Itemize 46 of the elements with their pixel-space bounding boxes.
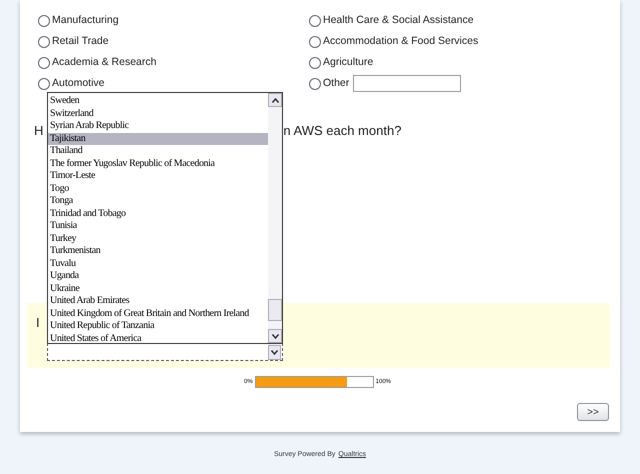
radio-button[interactable]: [38, 36, 50, 48]
radio-button[interactable]: [309, 14, 321, 26]
country-option[interactable]: Turkey: [48, 232, 268, 245]
question-text: H: [34, 122, 44, 137]
country-option[interactable]: United Arab Emirates: [48, 295, 268, 308]
country-option[interactable]: United States of America: [48, 332, 268, 345]
country-option[interactable]: Turkmenistan: [48, 245, 268, 258]
country-option[interactable]: Timor-Leste: [48, 170, 268, 182]
option-label: Manufacturing: [52, 12, 119, 28]
radio-button[interactable]: [38, 14, 50, 26]
country-option[interactable]: Trinidad and Tobago: [48, 208, 268, 220]
country-option[interactable]: Switzerland: [48, 108, 268, 120]
scroll-thumb[interactable]: [268, 299, 282, 321]
country-option[interactable]: Syrian Arab Republic: [48, 120, 268, 132]
other-input-field[interactable]: [353, 75, 462, 92]
country-option[interactable]: United Republic of Tanzania: [48, 320, 268, 332]
country-option[interactable]: Tonga: [48, 195, 268, 208]
scroll-down-icon[interactable]: [268, 329, 282, 343]
radio-button[interactable]: [38, 78, 50, 90]
radio-button[interactable]: [309, 36, 321, 48]
next-button[interactable]: >>: [577, 403, 609, 421]
option-label: Agriculture: [323, 54, 374, 70]
country-option[interactable]: Uganda: [48, 270, 268, 282]
country-option[interactable]: Sweden: [48, 95, 268, 108]
country-option[interactable]: The former Yugoslav Republic of Macedonia: [48, 158, 268, 170]
option-label: Retail Trade: [52, 34, 109, 49]
option-label: Other: [323, 76, 350, 91]
option-label: Automotive: [52, 76, 105, 91]
option-label: Health Care & Social Assistance: [323, 12, 474, 28]
radio-button[interactable]: [38, 56, 50, 68]
country-option[interactable]: Tajikistan: [48, 132, 268, 145]
country-option[interactable]: Thailand: [48, 145, 268, 158]
option-label: Academia & Research: [52, 54, 156, 70]
country-option[interactable]: Tunisia: [48, 220, 268, 232]
question-text: I: [36, 314, 40, 332]
country-option[interactable]: United Kingdom of Great Britain and Northern Ireland: [48, 308, 268, 320]
country-select[interactable]: [47, 343, 283, 361]
option-label: Accommodation & Food Services: [323, 34, 478, 49]
question-text: n AWS each month?: [283, 122, 402, 137]
scrollbar[interactable]: [268, 93, 282, 343]
radio-button[interactable]: [309, 56, 321, 68]
scroll-up-icon[interactable]: [268, 93, 282, 107]
country-option[interactable]: Togo: [48, 182, 268, 195]
country-option[interactable]: Ukraine: [48, 282, 268, 295]
radio-button[interactable]: [309, 78, 321, 90]
country-option[interactable]: Tuvalu: [48, 258, 268, 270]
